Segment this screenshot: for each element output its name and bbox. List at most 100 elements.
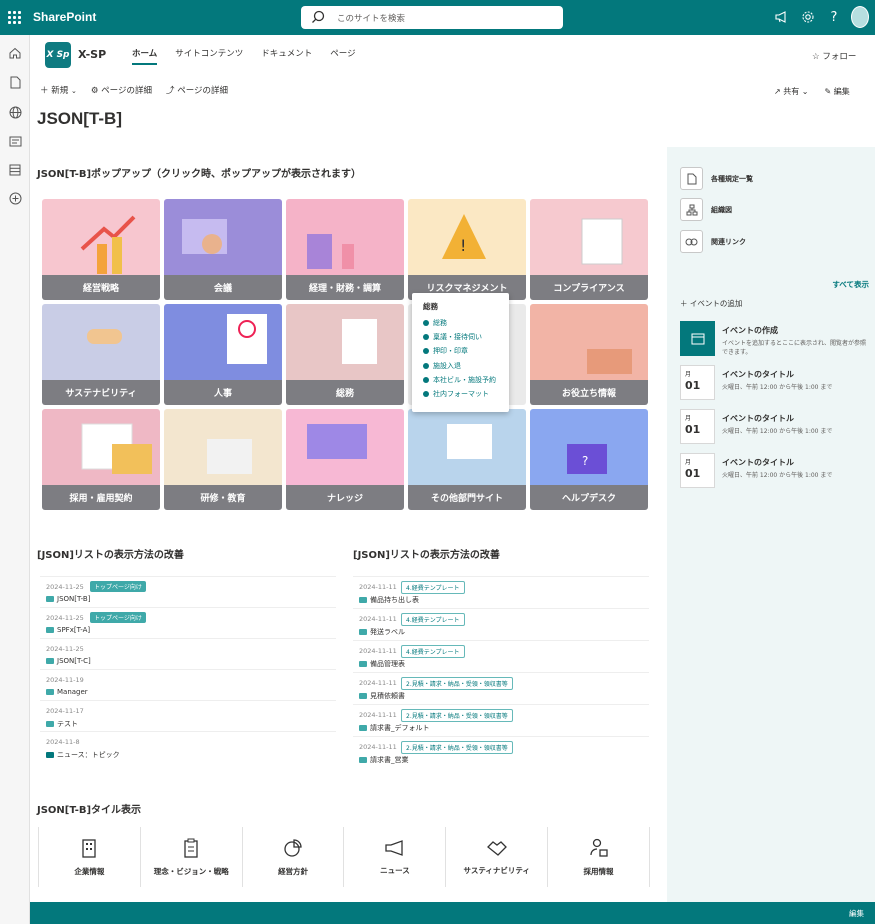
quicklink-policy[interactable]: 経営方針 [243, 827, 345, 887]
search-placeholder: このサイトを検索 [337, 14, 406, 24]
gear-icon[interactable] [799, 6, 817, 28]
svg-text:!: ! [460, 236, 466, 255]
command-bar: ＋ 新規 ⌄ ⚙ ページの詳細 ⤴ ページの詳細 [40, 84, 228, 96]
list-item[interactable]: 2024-11-25 トップページ向け JSON[T-B] [40, 576, 336, 606]
general-affairs-popup: 総務 総務 稟議・接待伺い 押印・印章 施設入退 本社ビル・施設予約 社内フォー… [412, 293, 509, 412]
news-icon[interactable] [8, 134, 22, 148]
quicklink-company-info[interactable]: 企業情報 [38, 827, 141, 887]
document-icon [680, 167, 703, 190]
list-right-title: [JSON]リストの表示方法の改善 [353, 550, 500, 561]
new-button[interactable]: ＋ 新規 ⌄ [40, 84, 77, 96]
create-event[interactable]: イベントの作成 イベントを追加するとここに表示され、閲覧者が参照できます。 [680, 321, 870, 357]
follow-button[interactable]: ☆ フォロー [812, 50, 856, 62]
bullet-icon [423, 376, 429, 383]
edit-label: 編集 [833, 87, 850, 96]
share-icon: ↗ [774, 87, 781, 96]
list-item[interactable]: 2024-11-25 JSON[T-C] [40, 638, 336, 668]
nav-documents[interactable]: ドキュメント [261, 47, 312, 65]
help-icon[interactable]: ? [825, 6, 843, 28]
star-icon: ☆ [812, 52, 820, 62]
megaphone-icon [385, 839, 403, 856]
list-item[interactable]: 2024-11-11 4.経費テンプレート 備品持ち出し表 [353, 576, 649, 606]
list-left: 2024-11-25 トップページ向け JSON[T-B] 2024-11-25 トッ… [40, 576, 336, 762]
list-item[interactable]: 2024-11-11 2.見積・請求・納品・受領・領収書等 請求書_デフォルト [353, 704, 649, 734]
bullet-icon [423, 391, 429, 398]
list-item[interactable]: 2024-11-25 トップページ向け SPFx[T-A] [40, 607, 336, 637]
popup-link[interactable]: 稟議・接待伺い [423, 330, 498, 344]
event-date: 月 01 [680, 365, 715, 400]
follow-label: フォロー [822, 52, 857, 62]
list-item[interactable]: 2024-11-11 4.経費テンプレート 発送ラベル [353, 608, 649, 638]
list-icon [46, 596, 54, 602]
avatar[interactable] [851, 6, 869, 28]
list-icon [46, 627, 54, 633]
clipboard-icon [184, 838, 198, 858]
list-left-title: [JSON]リストの表示方法の改善 [37, 550, 184, 561]
event-item[interactable]: 月 01 イベントのタイトル 火曜日、午前 12:00 から午後 1:00 まで [680, 453, 870, 489]
megaphone-icon[interactable] [773, 6, 791, 28]
quicklink-vision[interactable]: 理念・ビジョン・戦略 [141, 827, 243, 887]
footer-edit-button[interactable]: 編集 [849, 908, 864, 919]
event-item[interactable]: 月 01 イベントのタイトル 火曜日、午前 12:00 から午後 1:00 まで [680, 409, 870, 445]
quick-links-tiles: 企業情報 理念・ビジョン・戦略 経営方針 ニュース サスティナビリティ 採用情報 [38, 827, 650, 887]
home-icon[interactable] [8, 46, 22, 60]
lists-icon[interactable] [8, 163, 22, 177]
popup-section-title: JSON[T-B]ポップアップ（クリック時、ポップアップが表示されます） [37, 169, 362, 180]
top-navigation: ホーム サイトコンテンツ ドキュメント ページ [132, 47, 374, 65]
event-date: 月 01 [680, 409, 715, 444]
list-item[interactable]: 2024-11-11 2.見積・請求・納品・受領・領収書等 見積依頼書 [353, 672, 649, 702]
document-icon[interactable] [8, 75, 22, 89]
nav-home[interactable]: ホーム [132, 47, 158, 65]
list-icon [46, 658, 54, 664]
sharepoint-brand[interactable]: SharePoint [33, 10, 96, 24]
pie-chart-icon [284, 838, 302, 857]
list-item[interactable]: 2024-11-19 Manager [40, 669, 336, 699]
page-details-label: ページの詳細 [101, 86, 152, 96]
list-icon [46, 721, 54, 727]
popup-link[interactable]: 押印・印章 [423, 344, 498, 358]
add-circle-icon[interactable] [8, 191, 22, 205]
link-regulations[interactable]: 各種規定一覧 [680, 167, 753, 190]
page-details-button[interactable]: ⚙ ページの詳細 [91, 84, 152, 96]
plus-icon: ＋ [680, 299, 688, 308]
list-item[interactable]: 2024-11-11 4.経費テンプレート 備品管理表 [353, 640, 649, 670]
link-related[interactable]: 関連リンク [680, 230, 746, 253]
site-name[interactable]: X-SP [78, 48, 106, 61]
quicklink-sustainability[interactable]: サスティナビリティ [446, 827, 549, 887]
popup-link[interactable]: 施設入退 [423, 359, 498, 373]
org-chart-icon [680, 198, 703, 221]
popup-link[interactable]: 本社ビル・施設予約 [423, 373, 498, 387]
share-button[interactable]: ↗ 共有 ⌄ [774, 86, 809, 97]
globe-icon[interactable] [8, 105, 22, 119]
bullet-icon [423, 362, 429, 369]
popup-link[interactable]: 社内フォーマット [423, 387, 498, 401]
gear-icon: ⚙ [90, 86, 99, 96]
edit-button[interactable]: ✎ 編集 [825, 86, 850, 97]
list-item[interactable]: 2024-11-17 テスト [40, 700, 336, 730]
list-right: 2024-11-11 4.経費テンプレート 備品持ち出し表 2024-11-11 4.… [353, 576, 649, 766]
quicklink-news[interactable]: ニュース [344, 827, 447, 887]
footer-bar: 編集 [30, 902, 875, 924]
new-label: 新規 [51, 86, 69, 96]
list-icon [359, 725, 367, 731]
link-org-chart[interactable]: 組織図 [680, 198, 732, 221]
event-item[interactable]: 月 01 イベントのタイトル 火曜日、午前 12:00 から午後 1:00 まで [680, 365, 870, 401]
nav-site-contents[interactable]: サイトコンテンツ [175, 47, 243, 65]
add-event-button[interactable]: ＋ イベントの追加 [680, 298, 742, 309]
link-icon [680, 230, 703, 253]
left-rail [0, 35, 30, 924]
page-details-analytics-button[interactable]: ⤴ ページの詳細 [166, 84, 228, 96]
nav-pages[interactable]: ページ [330, 47, 355, 65]
list-item[interactable]: 2024-11-8 ニュース：トピック [40, 731, 336, 761]
list-icon [359, 597, 367, 603]
app-launcher-icon[interactable] [8, 11, 21, 24]
popup-link[interactable]: 総務 [423, 316, 498, 330]
page-title: JSON[T-B] [37, 109, 122, 128]
list-icon [359, 661, 367, 667]
quicklink-recruitment[interactable]: 採用情報 [548, 827, 650, 887]
share-label: 共有 [783, 87, 800, 96]
site-logo[interactable]: X Sp [45, 42, 71, 68]
list-item[interactable]: 2024-11-11 2.見積・請求・納品・受領・領収書等 請求書_営業 [353, 736, 649, 766]
search-box[interactable]: このサイトを検索 [301, 6, 563, 29]
show-all-link[interactable]: すべて表示 [832, 279, 869, 290]
